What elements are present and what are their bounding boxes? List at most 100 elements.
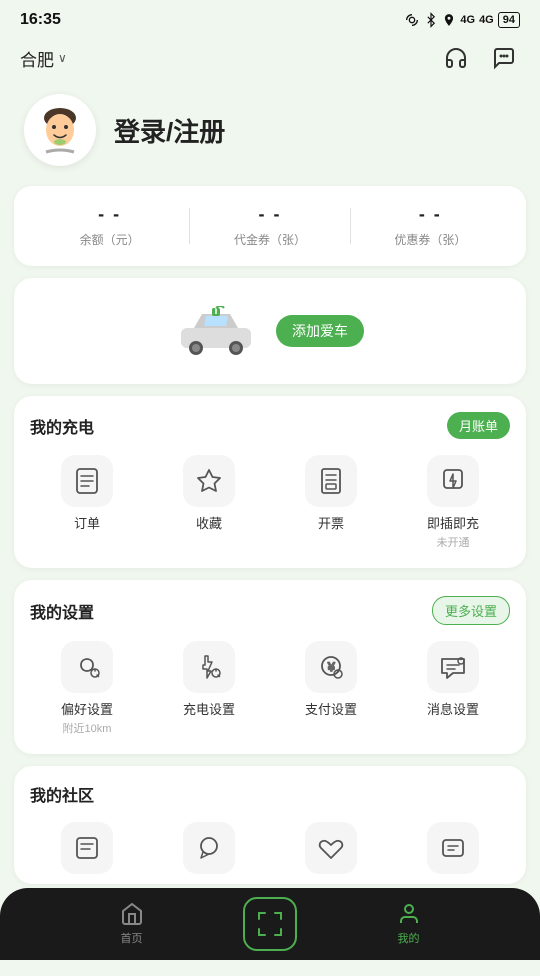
- payment-label: 支付设置: [305, 699, 357, 718]
- invoice-label: 开票: [318, 513, 344, 532]
- preference-label: 偏好设置: [61, 699, 113, 718]
- community-section: 我的社区: [14, 766, 526, 884]
- charge-setting-icon: [193, 651, 225, 683]
- community-item-2[interactable]: [152, 822, 266, 874]
- status-time: 16:35: [20, 11, 61, 29]
- voucher-label: 代金券（张）: [234, 231, 306, 248]
- charging-header: 我的充电 月账单: [30, 412, 510, 439]
- login-register-text: 登录/注册: [114, 112, 225, 149]
- status-bar: 16:35 4G 4G 94: [0, 0, 540, 36]
- car-svg: [176, 306, 256, 356]
- avatar[interactable]: [24, 94, 96, 166]
- favorite-icon: [193, 465, 225, 497]
- scan-button[interactable]: [243, 897, 297, 951]
- voucher-value: - -: [258, 204, 281, 225]
- community-icon-1: [61, 822, 113, 874]
- nav-actions: [440, 42, 520, 74]
- order-icon: [71, 465, 103, 497]
- balance-stat[interactable]: - - 余额（元）: [30, 204, 189, 248]
- favorite-item[interactable]: 收藏: [152, 455, 266, 550]
- payment-item[interactable]: ¥ 支付设置: [274, 641, 388, 736]
- profile-label: 我的: [398, 930, 420, 946]
- instant-charge-icon: [437, 465, 469, 497]
- community-header: 我的社区: [30, 782, 510, 806]
- settings-grid: 偏好设置 附近10km 充电设置: [30, 641, 510, 736]
- invoice-item[interactable]: 开票: [274, 455, 388, 550]
- coupon-stat[interactable]: - - 优惠券（张）: [351, 204, 510, 248]
- order-item[interactable]: 订单: [30, 455, 144, 550]
- community-item-4[interactable]: [396, 822, 510, 874]
- bottom-nav: 首页 我的: [0, 888, 540, 960]
- bluetooth-icon: [424, 12, 438, 28]
- message-setting-icon: [437, 651, 469, 683]
- home-label: 首页: [121, 930, 143, 946]
- headphone-button[interactable]: [440, 42, 472, 74]
- coupon-label: 优惠券（张）: [394, 231, 466, 248]
- charge-setting-item[interactable]: 充电设置: [152, 641, 266, 736]
- message-setting-item[interactable]: 消息设置: [396, 641, 510, 736]
- settings-section: 我的设置 更多设置 偏好设置 附近10km: [14, 580, 526, 754]
- invoice-icon-box: [305, 455, 357, 507]
- charging-section: 我的充电 月账单 订单: [14, 396, 526, 568]
- monthly-bill-badge[interactable]: 月账单: [447, 412, 510, 439]
- cards-area: - - 余额（元） - - 代金券（张） - - 优惠券（张）: [0, 186, 540, 976]
- car-card: 添加爱车: [14, 278, 526, 384]
- nfc-icon: [404, 12, 420, 28]
- balance-value: - -: [98, 204, 121, 225]
- message-icon: [492, 46, 516, 70]
- charging-title: 我的充电: [30, 414, 94, 438]
- charging-grid: 订单 收藏: [30, 455, 510, 550]
- car-icon: [176, 306, 256, 356]
- nav-home[interactable]: 首页: [20, 902, 243, 946]
- location-icon: [442, 12, 456, 28]
- voucher-stat[interactable]: - - 代金券（张）: [190, 204, 349, 248]
- community-share-icon: [437, 832, 469, 864]
- instant-charge-icon-box: [427, 455, 479, 507]
- instant-charge-item[interactable]: 即插即充 未开通: [396, 455, 510, 550]
- order-icon-box: [61, 455, 113, 507]
- community-icon-3: [305, 822, 357, 874]
- status-icons: 4G 4G 94: [404, 12, 520, 28]
- community-item-1[interactable]: [30, 822, 144, 874]
- message-setting-icon-box: [427, 641, 479, 693]
- chevron-down-icon: ∨: [58, 51, 67, 65]
- community-icon-4: [427, 822, 479, 874]
- preference-icon: [71, 651, 103, 683]
- community-post-icon: [71, 832, 103, 864]
- community-item-3[interactable]: [274, 822, 388, 874]
- community-like-icon: [315, 832, 347, 864]
- preference-item[interactable]: 偏好设置 附近10km: [30, 641, 144, 736]
- nav-profile[interactable]: 我的: [297, 902, 520, 946]
- stats-card: - - 余额（元） - - 代金券（张） - - 优惠券（张）: [14, 186, 526, 266]
- message-setting-label: 消息设置: [427, 699, 479, 718]
- city-selector[interactable]: 合肥 ∨: [20, 46, 67, 71]
- user-header[interactable]: 登录/注册: [0, 84, 540, 186]
- community-title: 我的社区: [30, 782, 94, 806]
- favorite-icon-box: [183, 455, 235, 507]
- home-icon: [120, 902, 144, 926]
- settings-title: 我的设置: [30, 599, 94, 623]
- battery-icon: 94: [498, 12, 520, 28]
- favorite-label: 收藏: [196, 513, 222, 532]
- person-icon: [397, 902, 421, 926]
- community-chat-icon: [193, 832, 225, 864]
- balance-label: 余额（元）: [80, 231, 140, 248]
- preference-icon-box: [61, 641, 113, 693]
- instant-charge-label: 即插即充: [427, 513, 479, 532]
- message-button[interactable]: [488, 42, 520, 74]
- charge-setting-icon-box: [183, 641, 235, 693]
- signal-4g-icon: 4G: [460, 14, 475, 26]
- city-name: 合肥: [20, 46, 54, 71]
- car-card-inner: 添加爱车: [30, 296, 510, 366]
- add-car-button[interactable]: 添加爱车: [276, 315, 364, 347]
- community-grid: [30, 822, 510, 874]
- more-settings-badge[interactable]: 更多设置: [432, 596, 510, 625]
- invoice-icon: [315, 465, 347, 497]
- payment-icon-box: ¥: [305, 641, 357, 693]
- order-label: 订单: [74, 513, 100, 532]
- community-icon-2: [183, 822, 235, 874]
- avatar-image: [30, 100, 90, 160]
- top-nav: 合肥 ∨: [0, 36, 540, 84]
- charge-setting-label: 充电设置: [183, 699, 235, 718]
- settings-header: 我的设置 更多设置: [30, 596, 510, 625]
